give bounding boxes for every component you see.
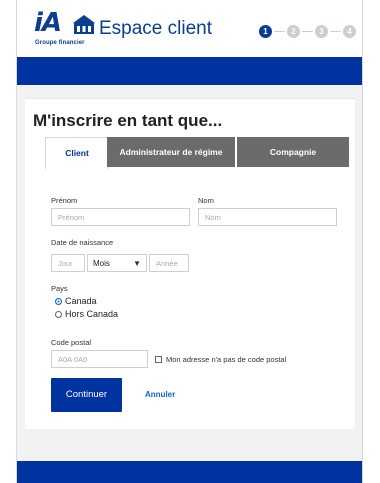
- radio-selected-icon: [55, 298, 62, 306]
- progress-steps: 1 2 3 4: [259, 25, 359, 39]
- step-connector: [302, 31, 313, 32]
- day-input[interactable]: Jour: [51, 254, 85, 272]
- step-1: 1: [259, 25, 272, 38]
- radio-hors-canada[interactable]: Hors Canada: [55, 309, 118, 319]
- nom-input[interactable]: Nom: [198, 208, 337, 226]
- continue-button[interactable]: Continuer: [51, 378, 122, 412]
- postal-input[interactable]: A0A 0A0: [51, 350, 148, 368]
- nom-label: Nom: [198, 196, 214, 205]
- chevron-down-icon: ▼: [133, 259, 141, 268]
- month-select[interactable]: Mois ▼: [87, 254, 147, 272]
- step-connector: [274, 31, 285, 32]
- step-2: 2: [287, 25, 300, 38]
- registration-card: M'inscrire en tant que... Client Adminis…: [25, 98, 355, 429]
- prenom-input[interactable]: Prénom: [51, 208, 190, 226]
- no-postal-label: Mon adresse n'a pas de code postal: [166, 355, 287, 364]
- logo-building-icon: [73, 15, 95, 34]
- app-title: Espace client: [99, 18, 213, 39]
- radio-hors-canada-label: Hors Canada: [65, 309, 119, 319]
- tab-client[interactable]: Client: [45, 137, 109, 169]
- prenom-label: Prénom: [51, 196, 78, 205]
- pays-label: Pays: [51, 284, 68, 293]
- page-frame: iA Groupe financier Espace client 1 2 3 …: [16, 0, 363, 483]
- step-4: 4: [343, 25, 356, 38]
- radio-unselected-icon: [55, 311, 62, 319]
- tab-plan-administrator[interactable]: Administrateur de régime: [107, 137, 235, 167]
- step-connector: [330, 31, 341, 32]
- year-input[interactable]: Année: [149, 254, 189, 272]
- cancel-link[interactable]: Annuler: [145, 390, 175, 399]
- header: iA Groupe financier Espace client 1 2 3 …: [17, 0, 362, 57]
- logo: iA: [34, 8, 62, 38]
- postal-label: Code postal: [51, 338, 92, 347]
- month-select-value: Mois: [93, 259, 110, 268]
- radio-canada-label: Canada: [65, 296, 97, 306]
- logo-subtitle: Groupe financier: [35, 40, 85, 46]
- no-postal-checkbox[interactable]: [155, 356, 162, 363]
- top-banner: [17, 57, 362, 85]
- page-title: M'inscrire en tant que...: [33, 111, 223, 130]
- role-tabs: Client Administrateur de régime Compagni…: [45, 137, 349, 169]
- dob-label: Date de naissance: [51, 238, 114, 247]
- tab-company[interactable]: Compagnie: [237, 137, 349, 167]
- radio-canada[interactable]: Canada: [55, 296, 97, 306]
- step-3: 3: [315, 25, 328, 38]
- footer-banner: [17, 461, 362, 483]
